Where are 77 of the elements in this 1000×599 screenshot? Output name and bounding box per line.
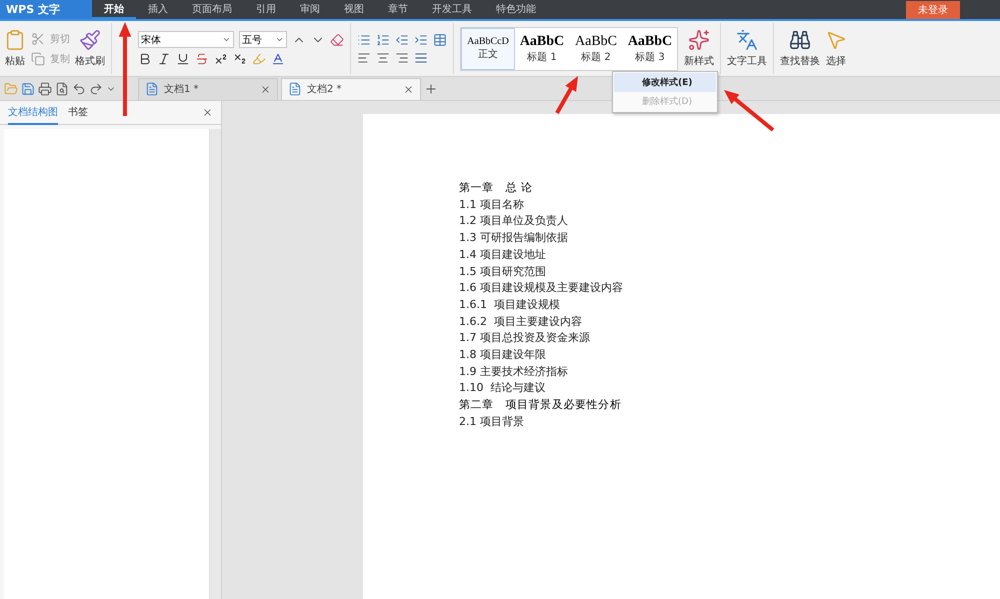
login-button[interactable]: 未登录 bbox=[906, 0, 960, 18]
section-heading: 1.4 项目建设地址 bbox=[459, 246, 547, 263]
align-justify-icon[interactable] bbox=[414, 50, 428, 64]
print-icon[interactable] bbox=[38, 82, 52, 96]
save-icon[interactable] bbox=[21, 82, 35, 96]
section-heading: 1.9 主要技术经济指标 bbox=[459, 364, 569, 380]
menu-tab[interactable]: 引用 bbox=[244, 0, 288, 19]
font-size-dropdown[interactable]: 五号 bbox=[239, 31, 287, 48]
indent-icon[interactable] bbox=[414, 32, 428, 46]
arrow-drawing bbox=[724, 90, 774, 132]
redo-icon[interactable] bbox=[89, 82, 103, 96]
text-tools-icon[interactable] bbox=[736, 29, 758, 51]
section-heading: 1.6 项目建设规模及主要建设内容 bbox=[459, 280, 624, 296]
select-button[interactable]: 选择 bbox=[826, 54, 846, 68]
format-painter-button[interactable]: 格式刷 bbox=[75, 54, 105, 68]
bold-icon[interactable] bbox=[138, 52, 152, 66]
close-icon[interactable] bbox=[403, 84, 414, 94]
chapter-heading: 第一章 总 论 bbox=[459, 180, 534, 196]
outdent-icon[interactable] bbox=[395, 32, 409, 46]
underline-icon[interactable] bbox=[176, 52, 190, 66]
scrollbar[interactable] bbox=[209, 129, 221, 599]
font-dropdown[interactable]: 宋体 bbox=[138, 31, 234, 48]
numbered-list-icon[interactable] bbox=[376, 32, 390, 46]
print-preview-icon[interactable] bbox=[55, 82, 69, 96]
align-right-icon[interactable] bbox=[395, 50, 409, 64]
arrow-drawing bbox=[555, 76, 578, 114]
menu-tab[interactable]: 页面布局 bbox=[180, 0, 244, 19]
menu-tab[interactable]: 审阅 bbox=[288, 0, 332, 19]
caret-icon bbox=[275, 35, 284, 44]
strikethrough-icon[interactable] bbox=[195, 52, 209, 66]
panel-tab[interactable]: 书签 bbox=[68, 100, 88, 124]
document-tab[interactable]: 文档2 * bbox=[281, 78, 421, 100]
chapter-heading: 第二章 项目背景及必要性分析 bbox=[459, 397, 622, 414]
section-heading: 2.1 项目背景 bbox=[459, 414, 525, 430]
menu-tab[interactable]: 开发工具 bbox=[420, 0, 484, 19]
paintbrush-icon[interactable] bbox=[79, 29, 101, 51]
document-tab[interactable]: 文档1 * bbox=[138, 78, 278, 100]
menu-tab[interactable]: 特色功能 bbox=[484, 0, 548, 19]
new-style-icon[interactable] bbox=[688, 29, 710, 51]
close-icon[interactable] bbox=[202, 107, 213, 118]
section-heading: 1.6.1 项目建设规模 bbox=[459, 296, 561, 313]
caret-icon bbox=[222, 35, 231, 44]
style-option[interactable]: AaBbCcD 正文 bbox=[461, 28, 515, 70]
section-heading: 1.6.2 项目主要建设内容 bbox=[459, 314, 583, 330]
app-menu-button[interactable]: WPS 文字 bbox=[0, 0, 92, 19]
section-heading: 1.8 项目建设年限 bbox=[459, 347, 547, 364]
eraser-icon[interactable] bbox=[330, 32, 344, 46]
section-heading: 1.3 可研报告编制依据 bbox=[459, 230, 569, 246]
binoculars-icon[interactable] bbox=[789, 29, 811, 51]
align-left-icon[interactable] bbox=[357, 50, 371, 64]
section-heading: 1.1 项目名称 bbox=[459, 196, 525, 213]
new-style-button[interactable]: 新样式 bbox=[684, 54, 714, 68]
table-icon[interactable] bbox=[433, 32, 447, 46]
document-icon[interactable] bbox=[288, 82, 302, 96]
superscript-icon[interactable] bbox=[214, 52, 228, 66]
find-replace-button[interactable]: 查找替换 bbox=[780, 54, 820, 68]
align-center-icon[interactable] bbox=[376, 50, 390, 64]
text-tools-button[interactable]: 文字工具 bbox=[727, 54, 767, 68]
new-tab-icon[interactable] bbox=[424, 82, 438, 96]
section-heading: 1.2 项目单位及负责人 bbox=[459, 213, 569, 230]
document-icon[interactable] bbox=[145, 82, 159, 96]
cut-icon[interactable] bbox=[31, 32, 45, 46]
italic-icon[interactable] bbox=[157, 52, 171, 66]
menu-tab[interactable]: 插入 bbox=[136, 0, 180, 19]
menu-tab[interactable]: 视图 bbox=[332, 0, 376, 19]
font-color-icon[interactable] bbox=[271, 52, 285, 66]
section-heading: 1.5 项目研究范围 bbox=[459, 264, 547, 280]
paste-button[interactable]: 粘贴 bbox=[5, 54, 25, 68]
section-heading: 1.10 结论与建议 bbox=[459, 380, 546, 396]
subscript-icon[interactable] bbox=[233, 52, 247, 66]
copy-icon[interactable] bbox=[31, 52, 45, 66]
menu-item[interactable]: 修改样式(E) bbox=[614, 73, 716, 92]
undo-icon[interactable] bbox=[72, 82, 86, 96]
panel-tab[interactable]: 文档结构图 bbox=[8, 100, 58, 124]
section-heading: 1.7 项目总投资及资金来源 bbox=[459, 330, 591, 346]
close-icon[interactable] bbox=[260, 84, 271, 94]
menu-tab[interactable]: 章节 bbox=[376, 0, 420, 19]
